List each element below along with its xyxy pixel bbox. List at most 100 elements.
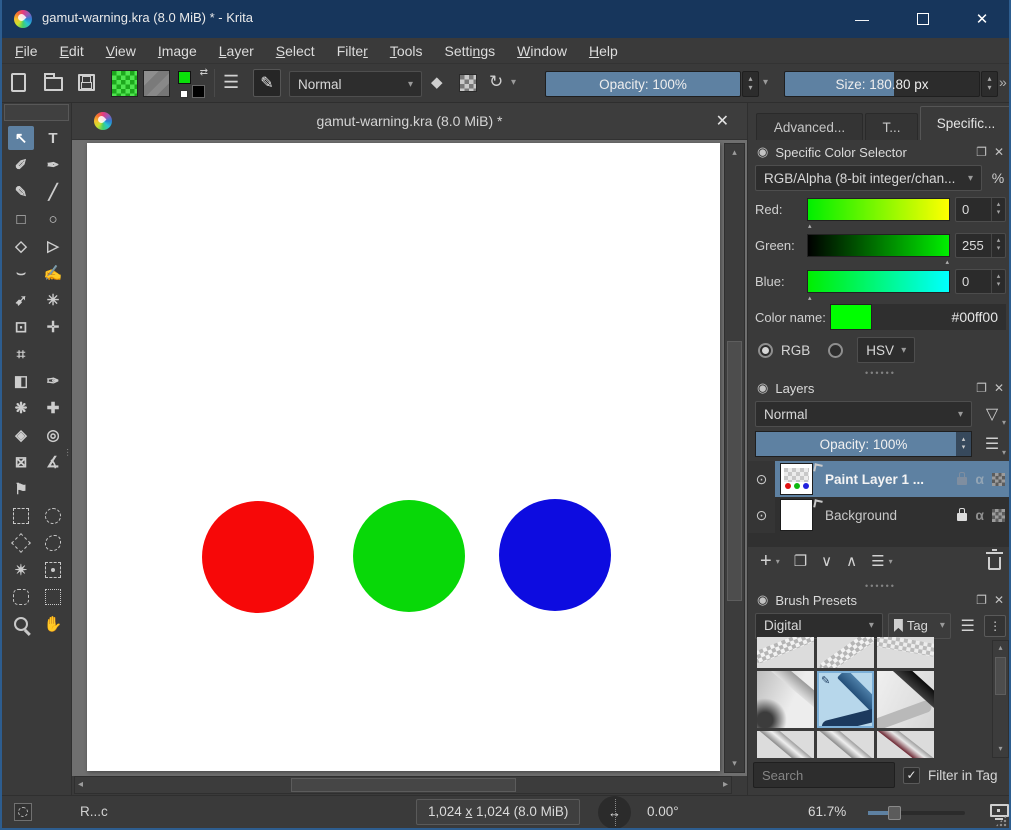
canvas-viewport[interactable]: ▴ ▾ bbox=[72, 140, 747, 776]
freehand-select-tool[interactable] bbox=[40, 531, 66, 555]
layer-row-background[interactable]: ⊙ Background α bbox=[748, 497, 1009, 533]
tab-advanced-color-selector[interactable]: Advanced... bbox=[756, 113, 863, 140]
new-document-button[interactable] bbox=[11, 73, 26, 92]
docker-lock-icon[interactable]: ◉ bbox=[757, 144, 768, 160]
alpha-lock-icon[interactable] bbox=[992, 472, 1005, 486]
opacity-slider[interactable]: Opacity: 100% bbox=[545, 71, 741, 97]
menu-view[interactable]: View bbox=[95, 43, 147, 59]
brush-preset-eraser-small[interactable]: ✎ bbox=[817, 637, 874, 668]
freehand-brush-tool[interactable]: ✎ bbox=[8, 180, 34, 204]
maximize-button[interactable] bbox=[900, 0, 946, 38]
scroll-down-arrow[interactable]: ▾ bbox=[725, 758, 744, 769]
layer-opacity-slider[interactable]: Opacity: 100% ▴ ▾ bbox=[755, 431, 972, 457]
magnetic-select-tool[interactable] bbox=[40, 585, 66, 609]
menu-layer[interactable]: Layer bbox=[208, 43, 265, 59]
fill-tool[interactable]: ◈ bbox=[8, 423, 34, 447]
brush-preset-pencil-2b[interactable]: ✎ bbox=[817, 671, 874, 728]
assistants-tool[interactable]: ⊠ bbox=[8, 450, 34, 474]
close-button[interactable]: ✕ bbox=[959, 0, 1005, 38]
crop-tool[interactable]: ⌗ bbox=[8, 342, 34, 366]
docker-lock-icon[interactable]: ◉ bbox=[757, 380, 768, 396]
zoom-slider[interactable] bbox=[868, 806, 965, 820]
layer-options-button[interactable]: ☰ ▾ bbox=[978, 434, 1006, 457]
view-mode-button[interactable]: ☰ bbox=[956, 616, 980, 636]
brush-preset-airbrush[interactable]: ✎ bbox=[757, 671, 814, 728]
swap-colors-icon[interactable]: ⇄ bbox=[200, 67, 208, 78]
spin-down-icon[interactable]: ▾ bbox=[987, 83, 991, 93]
delete-layer-button[interactable] bbox=[986, 548, 1003, 570]
patterns-tool[interactable]: ❋ bbox=[8, 396, 34, 420]
edit-shapes-tool[interactable]: ✐ bbox=[8, 153, 34, 177]
hex-color-field[interactable]: #00ff00 bbox=[871, 304, 1006, 330]
open-document-button[interactable] bbox=[44, 73, 63, 91]
menu-image[interactable]: Image bbox=[147, 43, 208, 59]
spin-down-icon[interactable]: ▾ bbox=[748, 83, 752, 93]
bezier-curve-tool[interactable]: ⌣ bbox=[8, 261, 34, 285]
brush-preset-pen-3[interactable]: ✎ bbox=[877, 731, 934, 758]
eraser-mode-button[interactable]: ◆ bbox=[431, 73, 443, 91]
transform-tool[interactable]: ⊡ bbox=[8, 315, 34, 339]
blending-mode-dropdown[interactable]: Normal ▾ bbox=[289, 71, 422, 97]
layer-properties-button[interactable]: ☰ bbox=[871, 552, 884, 570]
brush-preset-eraser-soft[interactable]: ✎ bbox=[877, 637, 934, 668]
spin-down-icon[interactable]: ▾ bbox=[997, 209, 1001, 217]
docker-close-icon[interactable]: ✕ bbox=[994, 593, 1004, 607]
properties-arrow[interactable]: ▾ bbox=[889, 557, 893, 566]
green-value-spinbox[interactable]: 255 ▴ ▾ bbox=[955, 232, 1007, 258]
scroll-right-arrow[interactable]: ▸ bbox=[723, 779, 728, 790]
enclose-fill-tool[interactable]: ◎ bbox=[40, 423, 66, 447]
visibility-toggle[interactable]: ⊙ bbox=[748, 497, 775, 533]
alpha-icon[interactable]: α bbox=[975, 471, 984, 487]
reference-images-tool[interactable]: ⚑ bbox=[8, 477, 34, 501]
transform-select-tool[interactable]: ↖ bbox=[8, 126, 34, 150]
size-slider[interactable]: Size: 180.80 px bbox=[784, 71, 980, 97]
document-close-button[interactable]: ✕ bbox=[716, 111, 729, 131]
document-titlebar[interactable]: gamut-warning.kra (8.0 MiB) * ✕ bbox=[72, 103, 747, 140]
tab-specific-color-selector[interactable]: Specific... bbox=[920, 106, 1009, 140]
contiguous-select-tool[interactable]: ✴ bbox=[8, 558, 34, 582]
freehand-path-tool[interactable]: ✍ bbox=[40, 261, 66, 285]
docker-float-icon[interactable]: ❐ bbox=[976, 145, 987, 159]
rectangular-select-tool[interactable] bbox=[8, 504, 34, 528]
bezier-select-tool[interactable] bbox=[8, 585, 34, 609]
docker-close-icon[interactable]: ✕ bbox=[994, 145, 1004, 159]
canvas-horizontal-scrollbar[interactable]: ◂ ▸ bbox=[74, 776, 732, 794]
menu-edit[interactable]: Edit bbox=[49, 43, 95, 59]
tag-filter-dropdown[interactable]: Digital ▾ bbox=[755, 612, 883, 639]
docker-header[interactable]: ◉ Specific Color Selector ❐ ✕ bbox=[748, 140, 1009, 164]
default-colors-swatch[interactable] bbox=[180, 90, 188, 98]
add-layer-arrow[interactable]: ▾ bbox=[776, 557, 780, 566]
move-layer-down-button[interactable]: ∨ bbox=[821, 552, 832, 570]
size-spinner[interactable]: ▴ ▾ bbox=[981, 71, 998, 97]
menu-window[interactable]: Window bbox=[506, 43, 578, 59]
scroll-up-arrow[interactable]: ▴ bbox=[725, 147, 744, 158]
scroll-down-arrow[interactable]: ▾ bbox=[993, 744, 1008, 753]
canvas-vertical-scrollbar[interactable]: ▴ ▾ bbox=[724, 143, 745, 773]
preserve-alpha-button[interactable] bbox=[459, 74, 477, 92]
spin-down-icon[interactable]: ▾ bbox=[997, 281, 1001, 289]
brush-preset-ink-gpen[interactable]: ✎ bbox=[877, 671, 934, 728]
menu-select[interactable]: Select bbox=[265, 43, 326, 59]
scroll-up-arrow[interactable]: ▴ bbox=[993, 643, 1008, 652]
hsv-dropdown[interactable]: HSV ▾ bbox=[857, 337, 916, 363]
docker-header[interactable]: ◉ Layers ❐ ✕ bbox=[748, 376, 1009, 400]
red-channel-slider[interactable]: ▴ bbox=[807, 197, 951, 230]
layer-lock-icon[interactable] bbox=[957, 508, 968, 521]
zoom-tool[interactable] bbox=[8, 612, 34, 636]
layer-thumbnail[interactable] bbox=[780, 499, 813, 531]
add-layer-button[interactable]: + bbox=[760, 551, 772, 571]
docker-lock-icon[interactable]: ◉ bbox=[757, 592, 768, 608]
selection-status-icon[interactable] bbox=[14, 803, 32, 821]
canvas-rotation-dial[interactable]: ↔ bbox=[598, 796, 631, 829]
layer-filter-button[interactable]: ▽ ▾ bbox=[978, 404, 1006, 427]
monitor-profile-icon[interactable] bbox=[990, 804, 1009, 820]
layer-lock-icon[interactable] bbox=[957, 472, 968, 485]
alpha-icon[interactable]: α bbox=[975, 507, 984, 523]
search-input[interactable] bbox=[753, 762, 895, 788]
menu-file[interactable]: File bbox=[4, 43, 49, 59]
docker-close-icon[interactable]: ✕ bbox=[994, 381, 1004, 395]
measure-tool[interactable]: ∡ bbox=[40, 450, 66, 474]
foreground-color-swatch[interactable] bbox=[178, 71, 191, 84]
preset-detail-button[interactable]: ⋮ bbox=[984, 614, 1006, 637]
ellipse-tool[interactable]: ○ bbox=[40, 207, 66, 231]
